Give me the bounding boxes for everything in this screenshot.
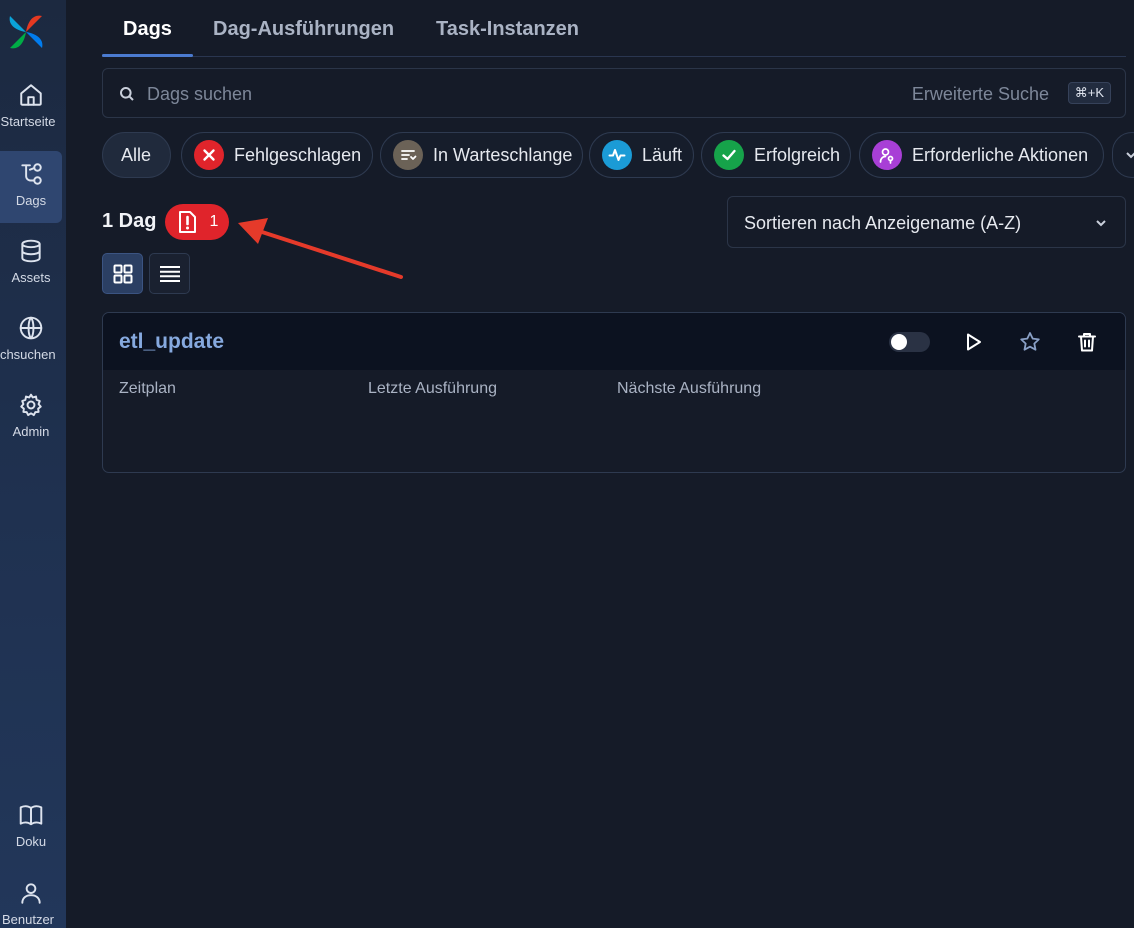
active-tab-indicator (102, 54, 193, 57)
filter-label: In Warteschlange (433, 144, 573, 165)
filter-more-button[interactable] (1112, 132, 1134, 178)
sidebar-item-label: Assets (11, 270, 51, 285)
import-error-badge[interactable]: 1 (165, 204, 229, 240)
sidebar-item-label: urchsuchen (0, 347, 56, 362)
last-run-label: Letzte Ausführung (368, 380, 497, 397)
search-bar: Erweiterte Suche ⌘+K (102, 68, 1126, 118)
book-icon (19, 805, 43, 826)
dag-card: etl_update Zeitplan Letzte Ausführung Nä… (102, 312, 1126, 473)
filter-label: Alle (121, 144, 152, 165)
shortcut-hint: ⌘+K (1067, 82, 1111, 104)
trash-icon (1078, 333, 1096, 352)
sidebar-item-startseite[interactable]: Startseite (0, 72, 62, 144)
error-count: 1 (209, 213, 219, 230)
sidebar-item-assets[interactable]: Assets (0, 228, 62, 300)
trigger-button[interactable] (961, 330, 985, 354)
x-icon (194, 140, 224, 170)
sidebar-item-dags[interactable]: Dags (0, 151, 62, 223)
chevron-down-icon (1093, 215, 1109, 231)
advanced-search-link[interactable]: Erweiterte Suche (912, 84, 1049, 105)
dag-card-header: etl_update (103, 313, 1125, 370)
filter-label: Fehlgeschlagen (234, 144, 362, 165)
user-icon (21, 883, 41, 904)
sidebar-item-label: Admin (12, 424, 50, 439)
gear-icon (20, 393, 42, 417)
filter-label: Erforderliche Aktionen (912, 144, 1089, 165)
globe-icon (19, 316, 43, 340)
sort-select[interactable]: Sortieren nach Anzeigename (A-Z) (727, 196, 1126, 248)
sort-selected-label: Sortieren nach Anzeigename (A-Z) (744, 213, 1022, 233)
sidebar-item-benutzer[interactable]: Benutzer (0, 870, 62, 928)
filter-label: Läuft (642, 144, 683, 165)
next-run-label: Nächste Ausführung (617, 380, 762, 397)
database-icon (21, 239, 41, 263)
sidebar-item-admin[interactable]: Admin (0, 382, 62, 454)
home-icon (20, 84, 42, 106)
pulse-icon (602, 140, 632, 170)
dags-icon (21, 163, 42, 185)
grid-view-button[interactable] (102, 253, 143, 294)
tab-bar: Dags Dag-Ausführungen Task-Instanzen (102, 0, 1126, 57)
sidebar: Startseite Dags Assets urchsuchen Admin … (0, 0, 66, 928)
star-icon (1020, 332, 1040, 351)
sidebar-item-label: Startseite (0, 114, 56, 129)
schedule-label: Zeitplan (119, 380, 176, 397)
queue-icon (393, 140, 423, 170)
play-icon (967, 333, 981, 351)
filter-failed-button[interactable]: Fehlgeschlagen (181, 132, 373, 178)
favorite-button[interactable] (1018, 330, 1042, 354)
sidebar-item-label: Benutzer (1, 912, 55, 927)
delete-button[interactable] (1075, 330, 1099, 354)
toggle-knob (891, 334, 907, 350)
tab-dag-ausfuehrungen[interactable]: Dag-Ausführungen (213, 18, 394, 41)
sidebar-item-label: Doku (15, 834, 47, 849)
sidebar-item-label: Dags (15, 193, 47, 208)
airflow-logo-icon[interactable] (4, 10, 48, 54)
search-icon (119, 86, 135, 102)
app: Startseite Dags Assets urchsuchen Admin … (0, 0, 1134, 928)
filter-all-button[interactable]: Alle (102, 132, 171, 178)
grid-icon (113, 264, 132, 283)
alert-file-icon (178, 211, 196, 233)
sidebar-item-durchsuchen[interactable]: urchsuchen (0, 305, 62, 377)
pause-toggle[interactable] (889, 332, 930, 352)
tab-dags[interactable]: Dags (123, 18, 172, 41)
filter-success-button[interactable]: Erfolgreich (701, 132, 851, 178)
list-view-button[interactable] (149, 253, 190, 294)
search-input[interactable] (147, 81, 747, 107)
dag-name-link[interactable]: etl_update (119, 330, 224, 354)
tab-task-instanzen[interactable]: Task-Instanzen (436, 18, 579, 41)
filter-queued-button[interactable]: In Warteschlange (380, 132, 583, 178)
list-icon (159, 265, 180, 282)
chevron-down-icon (1126, 152, 1134, 159)
filter-running-button[interactable]: Läuft (589, 132, 694, 178)
sidebar-item-doku[interactable]: Doku (0, 792, 62, 864)
check-icon (714, 140, 744, 170)
dag-count: 1 Dag (102, 210, 157, 232)
user-key-icon (872, 140, 902, 170)
filter-label: Erfolgreich (754, 144, 841, 165)
filter-required-actions-button[interactable]: Erforderliche Aktionen (859, 132, 1104, 178)
